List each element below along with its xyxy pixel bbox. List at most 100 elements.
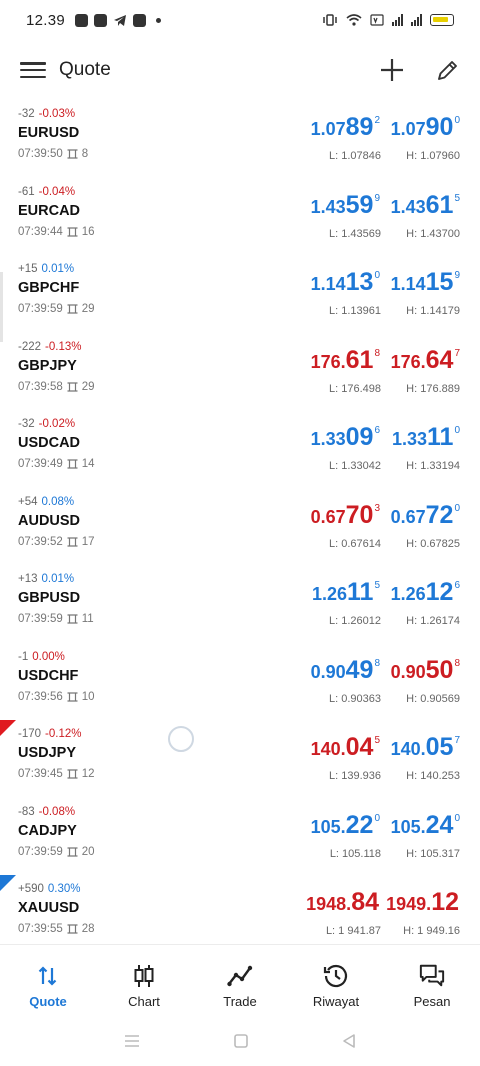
ask-price[interactable]: 1.07 90 0 xyxy=(391,113,460,142)
change-points: -222 xyxy=(18,340,42,353)
quote-meta: 07:39:50 8 xyxy=(18,148,88,160)
nav-label-trade: Trade xyxy=(223,994,257,1009)
nav-tab-chart[interactable]: Chart xyxy=(96,945,192,1016)
daily-high: H: 176.889 xyxy=(406,382,460,395)
nav-tab-riwayat[interactable]: Riwayat xyxy=(288,945,384,1016)
ask-price[interactable]: 176. 64 7 xyxy=(391,346,460,375)
ask-price-fraction: 7 xyxy=(454,735,460,746)
bid-price-pips: 11 xyxy=(347,578,374,606)
ask-price[interactable]: 140. 05 7 xyxy=(391,733,460,762)
bid-price[interactable]: 1.07 89 2 xyxy=(311,113,380,142)
change-percent: -0.12% xyxy=(45,728,82,740)
daily-high: H: 1.33194 xyxy=(406,460,460,472)
volte-icon xyxy=(370,14,384,26)
spread-icon xyxy=(67,846,78,857)
quote-time: 07:39:56 xyxy=(18,690,63,703)
quote-row-usdjpy[interactable]: -170 -0.12% USDJPY 07:39:45 12 140. 04 5 140. 05 7… xyxy=(0,720,480,798)
bid-price-prefix: 1.33 xyxy=(310,429,346,449)
bid-price-pips: 22 xyxy=(345,810,374,839)
price-up-marker xyxy=(0,875,16,891)
ask-price-pips: 90 xyxy=(425,113,454,141)
ask-price[interactable]: 0.67 72 0 xyxy=(391,501,460,530)
edit-list-button[interactable] xyxy=(434,56,462,84)
nav-tab-pesan[interactable]: Pesan xyxy=(384,945,480,1016)
nav-label-pesan: Pesan xyxy=(413,994,451,1009)
ask-price[interactable]: 0.90 50 8 xyxy=(391,656,460,685)
bid-price[interactable]: 140. 04 5 xyxy=(311,733,380,762)
bid-price[interactable]: 1948. 84 xyxy=(306,888,380,917)
page-title: Quote xyxy=(59,59,111,80)
bid-price[interactable]: 1.26 11 5 xyxy=(312,578,380,607)
recent-apps-icon[interactable] xyxy=(123,1033,141,1049)
spread-value: 10 xyxy=(81,690,95,703)
ask-price-pips: 11 xyxy=(427,423,454,451)
spread-icon xyxy=(67,381,78,392)
ask-price-pips: 05 xyxy=(425,733,454,761)
spread-value: 14 xyxy=(81,458,95,470)
quote-row-audusd[interactable]: +54 0.08% AUDUSD 07:39:52 17 0.67 70 3 0.67 72 0 L:… xyxy=(0,488,480,566)
bid-price[interactable]: 0.90 49 8 xyxy=(311,656,380,685)
ask-price[interactable]: 1.14 15 9 xyxy=(391,268,460,297)
bid-price-prefix: 105. xyxy=(310,816,346,837)
quote-row-cadjpy[interactable]: -83 -0.08% CADJPY 07:39:59 20 105. 22 0 105. 24 0 L… xyxy=(0,798,480,876)
bid-price-pips: 49 xyxy=(345,655,374,684)
spread-icon xyxy=(67,924,78,934)
bid-price-fraction: 9 xyxy=(374,192,380,204)
bid-price[interactable]: 1.33 09 6 xyxy=(311,423,380,452)
ask-price[interactable]: 1.43 61 5 xyxy=(391,191,460,220)
quote-row-gbpusd[interactable]: +13 0.01% GBPUSD 07:39:59 11 1.26 11 5 1.26 12 6 L:… xyxy=(0,565,480,643)
bid-price-pips: 09 xyxy=(345,423,374,451)
quote-row-gbpchf[interactable]: +15 0.01% GBPCHF 07:39:59 29 1.14 13 0 1.14 15 9 L:… xyxy=(0,255,480,333)
bid-price-fraction: 3 xyxy=(374,502,380,514)
hamburger-menu-icon[interactable] xyxy=(20,60,46,80)
home-icon[interactable] xyxy=(233,1033,249,1049)
change-points: -61 xyxy=(18,185,35,198)
symbol-name: USDCAD xyxy=(18,435,81,451)
wifi-icon xyxy=(346,14,362,26)
daily-change: -1 0.00% xyxy=(18,651,65,663)
ask-price[interactable]: 1949. 12 xyxy=(386,888,460,917)
bid-price[interactable]: 105. 22 0 xyxy=(311,811,380,840)
spread-value: 11 xyxy=(81,613,94,625)
quote-row-gbpjpy[interactable]: -222 -0.13% GBPJPY 07:39:58 29 176. 61 8 176. 64 7… xyxy=(0,333,480,411)
quote-list[interactable]: -32 -0.03% EURUSD 07:39:50 8 1.07 89 2 1.07 90 0 L:… xyxy=(0,100,480,953)
change-points: +15 xyxy=(18,263,38,275)
bid-price-fraction: 8 xyxy=(374,347,380,359)
quote-row-usdcad[interactable]: -32 -0.02% USDCAD 07:39:49 14 1.33 09 6 1.33 11 0 L… xyxy=(0,410,480,488)
nav-label-riwayat: Riwayat xyxy=(312,994,360,1009)
ask-price-fraction: 8 xyxy=(454,657,460,669)
change-percent: -0.02% xyxy=(38,418,76,430)
ask-price[interactable]: 1.33 11 0 xyxy=(392,423,460,452)
spread-value: 29 xyxy=(81,380,95,393)
spread-icon xyxy=(67,536,78,547)
add-symbol-button[interactable] xyxy=(378,56,406,84)
nav-tab-quote[interactable]: Quote xyxy=(0,945,96,1016)
symbol-name: XAUUSD xyxy=(18,900,80,916)
nav-tab-trade[interactable]: Trade xyxy=(192,945,288,1016)
quote-row-xauusd[interactable]: +590 0.30% XAUUSD 07:39:55 28 1948. 84 1949. 12 L… xyxy=(0,875,480,953)
ask-price-pips: 72 xyxy=(425,500,454,529)
ask-price-prefix: 1.26 xyxy=(390,584,426,604)
ask-price-fraction: 9 xyxy=(454,270,460,281)
daily-high: H: 1.26174 xyxy=(406,615,460,627)
quote-row-usdchf[interactable]: -1 0.00% USDCHF 07:39:56 10 0.90 49 8 0.90 50 8 L: … xyxy=(0,643,480,721)
back-icon[interactable] xyxy=(341,1033,357,1049)
bid-price-pips: 13 xyxy=(345,268,374,296)
daily-high: H: 0.90569 xyxy=(406,692,460,705)
change-percent: -0.03% xyxy=(38,108,76,120)
quote-row-eurcad[interactable]: -61 -0.04% EURCAD 07:39:44 16 1.43 59 9 1.43 61 5 L… xyxy=(0,178,480,256)
change-points: +54 xyxy=(18,495,38,508)
quote-row-eurusd[interactable]: -32 -0.03% EURUSD 07:39:50 8 1.07 89 2 1.07 90 0 L:… xyxy=(0,100,480,178)
bid-price[interactable]: 1.14 13 0 xyxy=(311,268,380,297)
bid-price-pips: 89 xyxy=(345,113,374,141)
ask-price[interactable]: 105. 24 0 xyxy=(391,811,460,840)
bid-price-pips: 70 xyxy=(345,500,374,529)
ask-price[interactable]: 1.26 12 6 xyxy=(391,578,460,607)
bid-price[interactable]: 0.67 70 3 xyxy=(311,501,380,530)
bid-price[interactable]: 1.43 59 9 xyxy=(311,191,380,220)
price-down-marker xyxy=(0,720,16,736)
ask-price-prefix: 105. xyxy=(390,816,426,837)
change-points: -1 xyxy=(18,650,29,663)
bid-price[interactable]: 176. 61 8 xyxy=(311,346,380,375)
symbol-name: EURUSD xyxy=(18,125,80,141)
